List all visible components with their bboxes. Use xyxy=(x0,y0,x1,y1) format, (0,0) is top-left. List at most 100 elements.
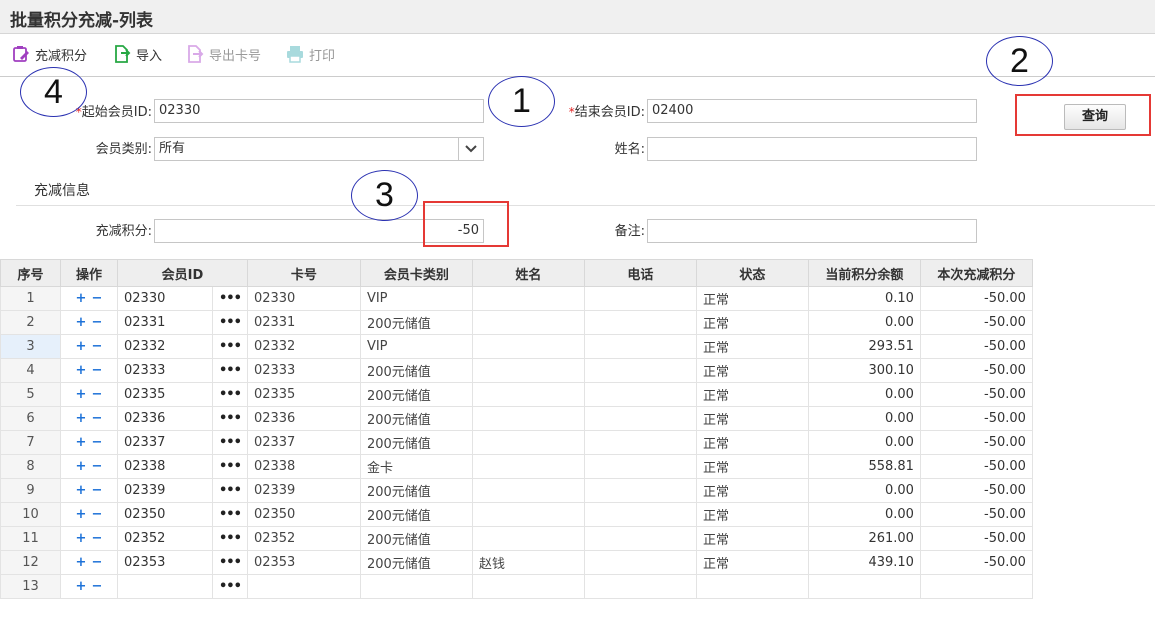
add-row-icon[interactable]: + xyxy=(73,435,89,450)
add-row-icon[interactable]: + xyxy=(73,363,89,378)
remove-row-icon[interactable]: − xyxy=(89,291,105,306)
member-lookup-icon[interactable]: ••• xyxy=(212,334,248,359)
remove-row-icon[interactable]: − xyxy=(89,555,105,570)
member-lookup-icon[interactable]: ••• xyxy=(212,574,248,599)
col-header-name: 姓名 xyxy=(471,259,585,287)
member-lookup-icon[interactable]: ••• xyxy=(212,382,248,407)
remove-row-icon[interactable]: − xyxy=(89,459,105,474)
name-cell xyxy=(471,334,585,359)
table-row[interactable]: 12 + −02353 ••• 02353 200元储值 赵钱 正常 439.10 -50.00 xyxy=(0,550,1033,575)
annotation-1: 1 xyxy=(488,76,555,127)
member-id-cell[interactable]: 02332 xyxy=(117,334,213,359)
add-row-icon[interactable]: + xyxy=(73,387,89,402)
remove-row-icon[interactable]: − xyxy=(89,363,105,378)
table-row[interactable]: 5 + −02335 ••• 02335 200元储值 正常 0.00 -50.00 xyxy=(0,382,1033,407)
points-label: 充减积分: xyxy=(95,224,152,239)
remove-row-icon[interactable]: − xyxy=(89,483,105,498)
add-row-icon[interactable]: + xyxy=(73,531,89,546)
annotation-3: 3 xyxy=(351,170,418,221)
member-lookup-icon[interactable]: ••• xyxy=(212,406,248,431)
name-cell xyxy=(471,574,585,599)
add-row-icon[interactable]: + xyxy=(73,555,89,570)
import-button[interactable]: 导入 xyxy=(113,44,162,64)
export-card-button[interactable]: 导出卡号 xyxy=(186,44,261,64)
member-id-cell[interactable]: 02337 xyxy=(117,430,213,455)
member-type-select[interactable]: 所有 xyxy=(154,137,484,161)
card-type-cell: VIP xyxy=(359,286,473,311)
row-number: 10 xyxy=(0,502,61,527)
print-button[interactable]: 打印 xyxy=(286,44,335,64)
table-row[interactable]: 10 + −02350 ••• 02350 200元储值 正常 0.00 -50.00 xyxy=(0,502,1033,527)
member-lookup-icon[interactable]: ••• xyxy=(212,358,248,383)
add-row-icon[interactable]: + xyxy=(73,459,89,474)
balance-cell: 0.00 xyxy=(807,382,921,407)
member-lookup-icon[interactable]: ••• xyxy=(212,286,248,311)
member-id-cell[interactable]: 02331 xyxy=(117,310,213,335)
table-row[interactable]: 9 + −02339 ••• 02339 200元储值 正常 0.00 -50.00 xyxy=(0,478,1033,503)
remark-input[interactable] xyxy=(647,219,977,243)
member-id-cell[interactable]: 02336 xyxy=(117,406,213,431)
table-row[interactable]: 2 + −02331 ••• 02331 200元储值 正常 0.00 -50.00 xyxy=(0,310,1033,335)
add-row-icon[interactable]: + xyxy=(73,315,89,330)
member-id-cell[interactable]: 02350 xyxy=(117,502,213,527)
table-row[interactable]: 8 + −02338 ••• 02338 金卡 正常 558.81 -50.00 xyxy=(0,454,1033,479)
table-row[interactable]: 3 + −02332 ••• 02332 VIP 正常 293.51 -50.00 xyxy=(0,334,1033,359)
col-header-card-type: 会员卡类别 xyxy=(359,259,473,287)
remove-row-icon[interactable]: − xyxy=(89,435,105,450)
table-row[interactable]: 6 + −02336 ••• 02336 200元储值 正常 0.00 -50.00 xyxy=(0,406,1033,431)
row-number: 1 xyxy=(0,286,61,311)
member-id-cell[interactable]: 02330 xyxy=(117,286,213,311)
remove-row-icon[interactable]: − xyxy=(89,387,105,402)
member-id-cell[interactable] xyxy=(117,574,213,599)
remove-row-icon[interactable]: − xyxy=(89,339,105,354)
member-type-value: 所有 xyxy=(159,141,186,156)
member-id-cell[interactable]: 02339 xyxy=(117,478,213,503)
table-row[interactable]: 11 + −02352 ••• 02352 200元储值 正常 261.00 -50.00 xyxy=(0,526,1033,551)
member-id-cell[interactable]: 02338 xyxy=(117,454,213,479)
table-row[interactable]: 13 + − ••• xyxy=(0,574,1033,599)
annotation-4: 4 xyxy=(20,67,87,117)
change-cell: -50.00 xyxy=(919,526,1033,551)
member-lookup-icon[interactable]: ••• xyxy=(212,430,248,455)
remove-row-icon[interactable]: − xyxy=(89,315,105,330)
change-cell: -50.00 xyxy=(919,550,1033,575)
member-lookup-icon[interactable]: ••• xyxy=(212,454,248,479)
chevron-down-icon[interactable] xyxy=(458,138,483,160)
member-lookup-icon[interactable]: ••• xyxy=(212,502,248,527)
card-no-cell: 02332 xyxy=(246,334,361,359)
member-id-cell[interactable]: 02353 xyxy=(117,550,213,575)
start-id-input[interactable]: 02330 xyxy=(154,99,484,123)
remove-row-icon[interactable]: − xyxy=(89,507,105,522)
member-lookup-icon[interactable]: ••• xyxy=(212,478,248,503)
end-id-input[interactable]: 02400 xyxy=(647,99,977,123)
member-id-cell[interactable]: 02335 xyxy=(117,382,213,407)
table-row[interactable]: 1 + −02330 ••• 02330 VIP 正常 0.10 -50.00 xyxy=(0,286,1033,311)
query-button[interactable]: 查询 xyxy=(1064,104,1126,130)
print-icon xyxy=(287,46,303,63)
remove-row-icon[interactable]: − xyxy=(89,411,105,426)
add-row-icon[interactable]: + xyxy=(73,339,89,354)
name-input[interactable] xyxy=(647,137,977,161)
member-lookup-icon[interactable]: ••• xyxy=(212,550,248,575)
remove-row-icon[interactable]: − xyxy=(89,531,105,546)
remove-row-icon[interactable]: − xyxy=(89,579,105,594)
member-id-cell[interactable]: 02352 xyxy=(117,526,213,551)
card-no-cell: 02333 xyxy=(246,358,361,383)
name-cell xyxy=(471,478,585,503)
table-row[interactable]: 4 + −02333 ••• 02333 200元储值 正常 300.10 -50.00 xyxy=(0,358,1033,383)
member-lookup-icon[interactable]: ••• xyxy=(212,526,248,551)
add-row-icon[interactable]: + xyxy=(73,579,89,594)
add-row-icon[interactable]: + xyxy=(73,507,89,522)
add-row-icon[interactable]: + xyxy=(73,291,89,306)
card-type-cell: 金卡 xyxy=(359,454,473,479)
member-id-cell[interactable]: 02333 xyxy=(117,358,213,383)
card-no-cell: 02339 xyxy=(246,478,361,503)
row-ops: + − xyxy=(60,406,118,431)
member-lookup-icon[interactable]: ••• xyxy=(212,310,248,335)
points-edit-button[interactable]: 充减积分 xyxy=(12,44,87,64)
table-row[interactable]: 7 + −02337 ••• 02337 200元储值 正常 0.00 -50.00 xyxy=(0,430,1033,455)
add-row-icon[interactable]: + xyxy=(73,483,89,498)
row-number: 5 xyxy=(0,382,61,407)
balance-cell: 439.10 xyxy=(807,550,921,575)
add-row-icon[interactable]: + xyxy=(73,411,89,426)
